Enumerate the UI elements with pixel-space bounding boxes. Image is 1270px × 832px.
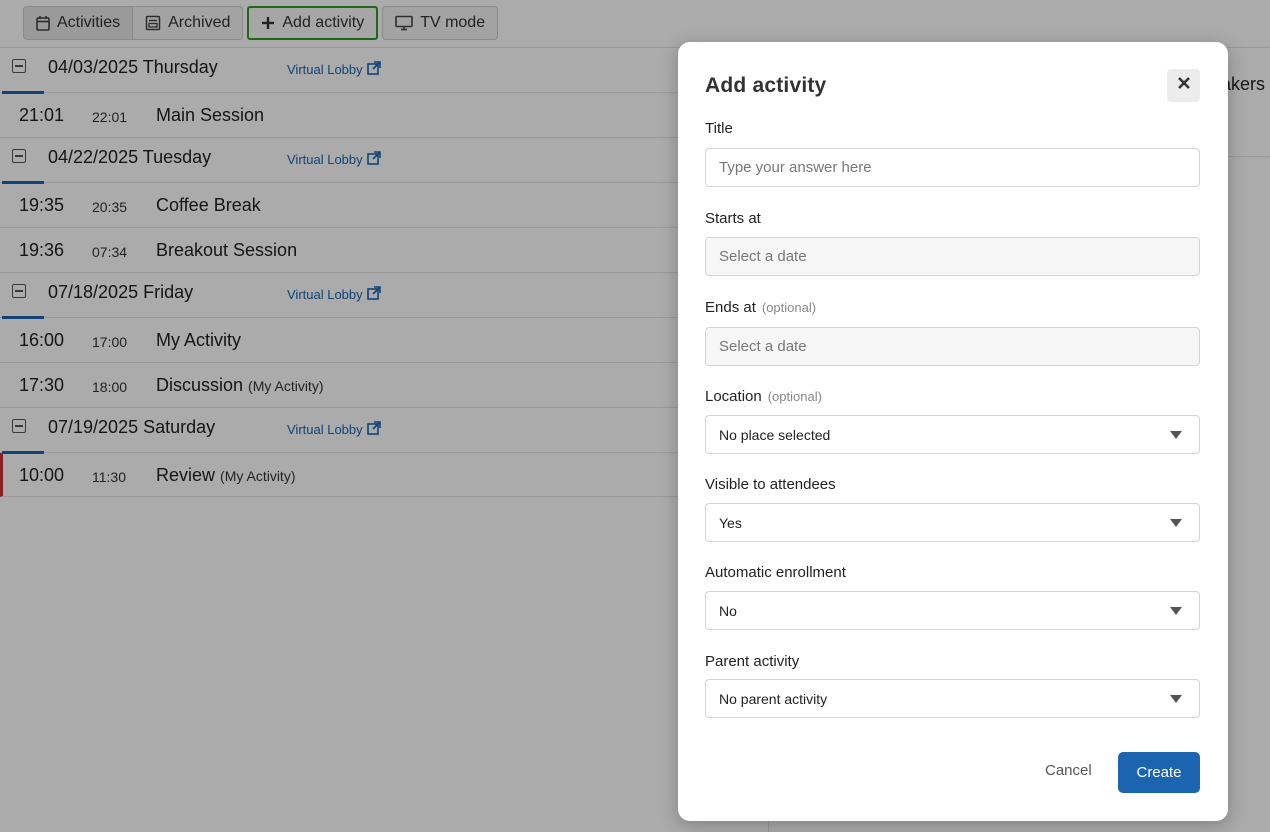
location-label: Location (optional) — [705, 388, 822, 405]
create-button[interactable]: Create — [1118, 752, 1200, 793]
cancel-button[interactable]: Cancel — [1045, 762, 1092, 779]
close-button[interactable] — [1167, 69, 1200, 102]
enrollment-label: Automatic enrollment — [705, 564, 846, 581]
parent-activity-select[interactable]: No parent activity — [705, 679, 1200, 718]
optional-hint: (optional) — [761, 300, 817, 315]
location-value: No place selected — [719, 426, 831, 443]
ends-at-date-field[interactable]: Select a date — [705, 327, 1200, 366]
optional-hint: (optional) — [767, 389, 822, 404]
parent-activity-value: No parent activity — [719, 690, 828, 707]
enrollment-value: No — [719, 602, 737, 619]
location-select[interactable]: No place selected — [705, 415, 1200, 454]
title-input[interactable]: Type your answer here — [705, 148, 1200, 187]
enrollment-select[interactable]: No — [705, 591, 1200, 630]
caret-down-icon — [1170, 606, 1182, 615]
visible-select[interactable]: Yes — [705, 503, 1200, 542]
starts-at-date-field[interactable]: Select a date — [705, 237, 1200, 276]
modal-title: Add activity — [705, 74, 827, 97]
parent-activity-label: Parent activity — [705, 653, 800, 670]
starts-at-label: Starts at — [705, 210, 761, 227]
ends-at-placeholder: Select a date — [719, 338, 807, 355]
add-activity-modal: Add activity Title Type your answer here… — [678, 42, 1228, 821]
title-label: Title — [705, 120, 733, 137]
visible-value: Yes — [719, 514, 742, 531]
location-label-text: Location — [705, 388, 762, 405]
visible-label: Visible to attendees — [705, 476, 836, 493]
caret-down-icon — [1170, 694, 1182, 703]
caret-down-icon — [1170, 518, 1182, 527]
close-icon — [1177, 76, 1191, 95]
title-placeholder: Type your answer here — [719, 159, 872, 176]
caret-down-icon — [1170, 430, 1182, 439]
ends-at-label: Ends at (optional) — [705, 299, 816, 316]
ends-at-label-text: Ends at — [705, 299, 756, 316]
starts-at-placeholder: Select a date — [719, 248, 807, 265]
